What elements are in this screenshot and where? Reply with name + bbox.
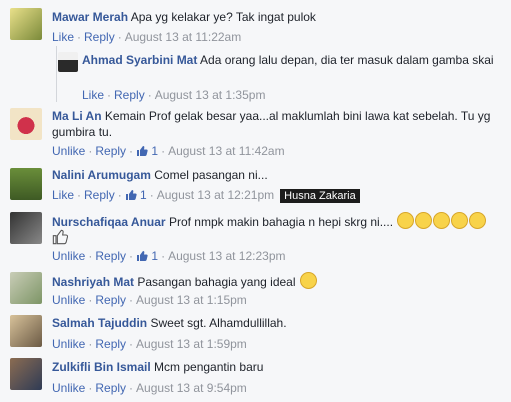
reply-link[interactable]: Reply (114, 88, 145, 102)
comment-text: Pasangan bahagia yang ideal (137, 275, 296, 289)
comment-timestamp[interactable]: August 13 at 1:35pm (155, 88, 266, 102)
thumbs-up-icon (52, 229, 68, 245)
reply-link[interactable]: Reply (95, 337, 126, 351)
comment-author[interactable]: Nurschafiqaa Anuar (52, 215, 166, 229)
comment-author[interactable]: Nashriyah Mat (52, 275, 134, 289)
avatar[interactable] (10, 272, 42, 304)
comment-author[interactable]: Mawar Merah (52, 10, 128, 24)
avatar[interactable] (10, 212, 42, 244)
reply-link[interactable]: Reply (95, 293, 126, 307)
comment-author[interactable]: Nalini Arumugam (52, 168, 151, 182)
comment-text: Comel pasangan ni... (154, 168, 268, 182)
unlike-link[interactable]: Unlike (52, 249, 85, 263)
comment-timestamp[interactable]: August 13 at 12:21pm (157, 188, 274, 202)
avatar[interactable] (10, 168, 42, 200)
comment-author[interactable]: Ahmad Syarbini Mat (82, 53, 197, 67)
unlike-link[interactable]: Unlike (52, 337, 85, 351)
avatar[interactable] (10, 358, 42, 390)
comment-timestamp[interactable]: August 13 at 11:42am (168, 144, 285, 158)
reply-link[interactable]: Reply (95, 144, 126, 158)
comment-text: Kemain Prof gelak besar yaa...al makluml… (52, 109, 491, 139)
like-link[interactable]: Like (82, 88, 104, 102)
reply-link[interactable]: Reply (95, 249, 126, 263)
comment-author[interactable]: Zulkifli Bin Ismail (52, 360, 151, 374)
comment-timestamp[interactable]: August 13 at 11:22am (125, 30, 242, 44)
tooltip-name: Husna Zakaria (280, 189, 360, 203)
like-thumb-icon (137, 146, 148, 156)
smile-emoji-icon (469, 212, 487, 229)
smile-emoji-icon (415, 212, 433, 229)
comment-text: Ada orang lalu depan, dia ter masuk dala… (200, 53, 494, 67)
smile-emoji-icon (451, 212, 469, 229)
avatar[interactable] (10, 108, 42, 140)
reply-thread-line (56, 46, 57, 102)
comment-text: Sweet sgt. Alhamdullillah. (150, 316, 287, 330)
comment-author[interactable]: Salmah Tajuddin (52, 316, 147, 330)
avatar[interactable] (10, 315, 42, 347)
reply-link[interactable]: Reply (84, 188, 115, 202)
reply-link[interactable]: Reply (95, 381, 126, 395)
reply-link[interactable]: Reply (84, 30, 115, 44)
comment-timestamp[interactable]: August 13 at 1:15pm (136, 293, 247, 307)
smile-emoji-icon (433, 212, 451, 229)
smile-emoji-icon (299, 272, 317, 289)
unlike-link[interactable]: Unlike (52, 144, 85, 158)
comment-timestamp[interactable]: August 13 at 12:23pm (168, 249, 285, 263)
comment-text: Mcm pengantin baru (154, 360, 264, 374)
like-link[interactable]: Like (52, 188, 74, 202)
comment-timestamp[interactable]: August 13 at 9:54pm (136, 381, 247, 395)
unlike-link[interactable]: Unlike (52, 293, 85, 307)
unlike-link[interactable]: Unlike (52, 381, 85, 395)
like-link[interactable]: Like (52, 30, 74, 44)
comment-timestamp[interactable]: August 13 at 1:59pm (136, 337, 247, 351)
smile-emoji-icon (397, 212, 415, 229)
comment-text: Apa yg kelakar ye? Tak ingat pulok (130, 10, 316, 24)
avatar[interactable] (58, 52, 78, 72)
comment-author[interactable]: Ma Li An (52, 109, 102, 123)
like-thumb-icon (137, 251, 148, 261)
like-thumb-icon (125, 190, 137, 200)
avatar[interactable] (10, 8, 42, 40)
like-count[interactable]: 1 (140, 188, 147, 202)
comment-text: Prof nmpk makin bahagia n hepi skrg ni..… (168, 215, 394, 229)
